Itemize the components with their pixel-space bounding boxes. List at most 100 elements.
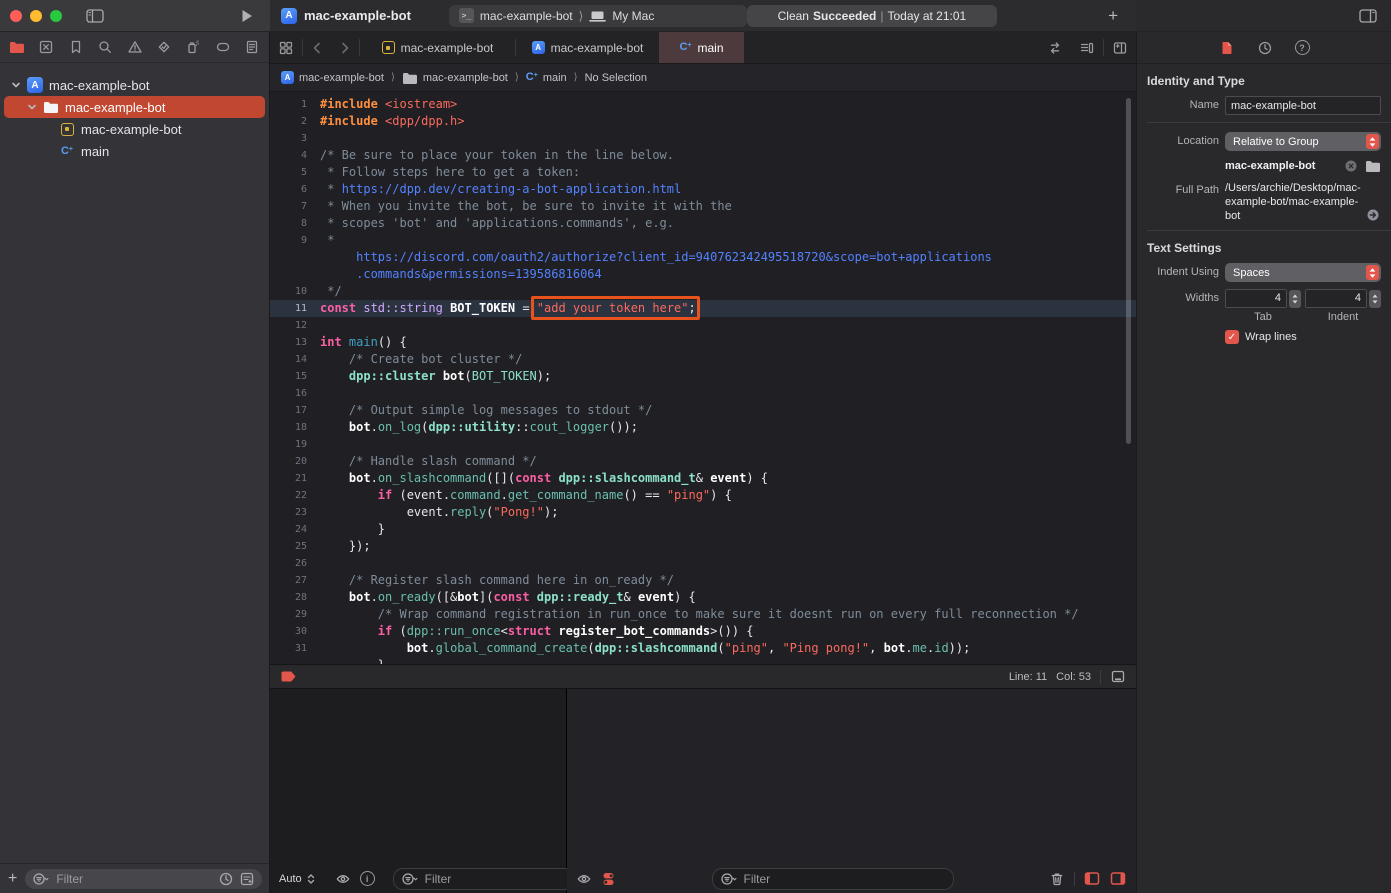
code-line-20[interactable]: 20 /* Handle slash command */ [270, 453, 1136, 470]
console-output[interactable] [567, 689, 1136, 864]
wrap-lines-checkbox[interactable]: ✓ [1225, 330, 1239, 344]
add-button[interactable]: + [1108, 6, 1118, 26]
code-line-1[interactable]: 1#include <iostream> [270, 96, 1136, 113]
clear-console-icon[interactable] [1049, 871, 1065, 887]
tree-item-mac-example-bot[interactable]: mac-example-bot [0, 118, 269, 140]
indent-using-dropdown[interactable]: Spaces [1225, 263, 1381, 282]
test-navigator-icon[interactable] [156, 39, 172, 55]
jump-bar[interactable]: Amac-example-bot ⟩ mac-example-bot ⟩ C+m… [270, 64, 1136, 92]
code-line-wrap[interactable]: https://discord.com/oauth2/authorize?cli… [270, 249, 1136, 266]
breakpoint-navigator-icon[interactable] [215, 39, 231, 55]
breakpoints-toggle-icon[interactable] [280, 670, 297, 683]
code-line-16[interactable]: 16 [270, 385, 1136, 402]
editor-tab-mac-example-bot[interactable]: mac-example-bot [360, 32, 515, 63]
console-filter-field[interactable] [712, 868, 954, 890]
activity-status[interactable]: Clean Succeeded | Today at 21:01 [747, 5, 997, 27]
scm-status-icon[interactable] [239, 871, 255, 887]
code-line-12[interactable]: 12 [270, 317, 1136, 334]
console-filter-input[interactable] [742, 871, 946, 887]
project-navigator-icon[interactable] [9, 39, 25, 55]
code-line-6[interactable]: 6 * https://dpp.dev/creating-a-bot-appli… [270, 181, 1136, 198]
code-line-3[interactable]: 3 [270, 130, 1136, 147]
debug-navigator-icon[interactable] [185, 39, 201, 55]
editor-tab-mac-example-bot[interactable]: Amac-example-bot [516, 32, 659, 63]
code-line-29[interactable]: 29 /* Wrap command registration in run_o… [270, 606, 1136, 623]
code-line-7[interactable]: 7 * When you invite the bot, be sure to … [270, 198, 1136, 215]
indent-width-field[interactable]: 4 [1305, 289, 1367, 308]
code-line-11[interactable]: 11const std::string BOT_TOKEN = "add you… [270, 300, 1136, 317]
tree-item-mac-example-bot[interactable]: A mac-example-bot [0, 74, 269, 96]
scheme-selector[interactable]: >_ mac-example-bot ⟩ My Mac [449, 5, 747, 27]
code-line-10[interactable]: 10 */ [270, 283, 1136, 300]
disclosure-chevron-icon[interactable] [27, 102, 37, 112]
code-line-26[interactable]: 26 [270, 555, 1136, 572]
bookmark-navigator-icon[interactable] [68, 39, 84, 55]
minimize-window-button[interactable] [30, 10, 42, 22]
tab-width-field[interactable]: 4 [1225, 289, 1287, 308]
navigator-filter-input[interactable] [54, 871, 213, 887]
code-line-18[interactable]: 18 bot.on_log(dpp::utility::cout_logger(… [270, 419, 1136, 436]
code-line-30[interactable]: 30 if (dpp::run_once<struct register_bot… [270, 623, 1136, 640]
clear-location-icon[interactable] [1343, 158, 1359, 174]
breadcrumb-item[interactable]: No Selection [585, 72, 647, 84]
run-button[interactable] [240, 8, 254, 24]
choose-folder-icon[interactable] [1365, 159, 1381, 173]
file-inspector-icon[interactable] [1219, 40, 1235, 56]
quick-help-inspector-icon[interactable]: ? [1295, 40, 1310, 55]
code-line-8[interactable]: 8 * scopes 'bot' and 'applications.comma… [270, 215, 1136, 232]
info-icon[interactable]: i [360, 871, 375, 886]
toggle-navigator-icon[interactable] [86, 9, 104, 23]
close-window-button[interactable] [10, 10, 22, 22]
code-line-14[interactable]: 14 /* Create bot cluster */ [270, 351, 1136, 368]
name-field[interactable] [1225, 96, 1381, 115]
go-forward-icon[interactable] [331, 32, 359, 63]
code-line-4[interactable]: 4/* Be sure to place your token in the l… [270, 147, 1136, 164]
code-line-2[interactable]: 2#include <dpp/dpp.h> [270, 113, 1136, 130]
go-back-icon[interactable] [303, 32, 331, 63]
variables-scope-dropdown[interactable]: Auto [279, 872, 317, 886]
code-line-22[interactable]: 22 if (event.command.get_command_name() … [270, 487, 1136, 504]
navigator-filter-field[interactable] [25, 869, 262, 889]
zoom-window-button[interactable] [50, 10, 62, 22]
code-line-15[interactable]: 15 dpp::cluster bot(BOT_TOKEN); [270, 368, 1136, 385]
quicklook-icon[interactable] [576, 871, 592, 887]
code-line-17[interactable]: 17 /* Output simple log messages to stdo… [270, 402, 1136, 419]
code-line-24[interactable]: 24 } [270, 521, 1136, 538]
tab-width-stepper[interactable] [1289, 290, 1301, 308]
source-control-navigator-icon[interactable] [38, 39, 54, 55]
history-inspector-icon[interactable] [1257, 40, 1273, 56]
issue-navigator-icon[interactable] [127, 39, 143, 55]
code-line-23[interactable]: 23 event.reply("Pong!"); [270, 504, 1136, 521]
code-line-28[interactable]: 28 bot.on_ready([&bot](const dpp::ready_… [270, 589, 1136, 606]
code-line-25[interactable]: 25 }); [270, 538, 1136, 555]
code-line-wrap[interactable]: } [270, 657, 1136, 664]
show-console-view-icon[interactable] [1110, 871, 1127, 886]
code-review-icon[interactable] [1039, 32, 1071, 63]
report-navigator-icon[interactable] [244, 39, 260, 55]
related-items-icon[interactable] [270, 32, 302, 63]
editor-scrollbar[interactable] [1126, 98, 1131, 444]
tree-item-mac-example-bot[interactable]: mac-example-bot [0, 96, 269, 118]
code-line-5[interactable]: 5 * Follow steps here to get a token: [270, 164, 1136, 181]
add-editor-icon[interactable] [1104, 32, 1136, 63]
editor-options-icon[interactable] [1110, 669, 1126, 684]
breadcrumb-item[interactable]: Amac-example-bot [281, 71, 384, 84]
variables-filter-input[interactable] [423, 871, 567, 887]
add-file-button[interactable]: + [8, 870, 17, 888]
find-navigator-icon[interactable] [97, 39, 113, 55]
open-in-finder-icon[interactable] [1365, 207, 1381, 223]
variables-view-content[interactable] [270, 689, 566, 864]
debugger-toggles-icon[interactable] [601, 871, 616, 887]
tree-item-main[interactable]: C+ main [0, 140, 269, 162]
toggle-inspector-icon[interactable] [1359, 9, 1377, 23]
indent-width-stepper[interactable] [1369, 290, 1381, 308]
code-line-9[interactable]: 9 * [270, 232, 1136, 249]
code-line-21[interactable]: 21 bot.on_slashcommand([](const dpp::sla… [270, 470, 1136, 487]
disclosure-chevron-icon[interactable] [11, 80, 21, 90]
adjust-editor-options-icon[interactable] [1071, 32, 1103, 63]
code-line-wrap[interactable]: .commands&permissions=139586816064 [270, 266, 1136, 283]
code-line-13[interactable]: 13int main() { [270, 334, 1136, 351]
breadcrumb-item[interactable]: mac-example-bot [402, 71, 508, 85]
source-editor[interactable]: 1#include <iostream> 2#include <dpp/dpp.… [270, 92, 1136, 664]
location-dropdown[interactable]: Relative to Group [1225, 132, 1381, 151]
